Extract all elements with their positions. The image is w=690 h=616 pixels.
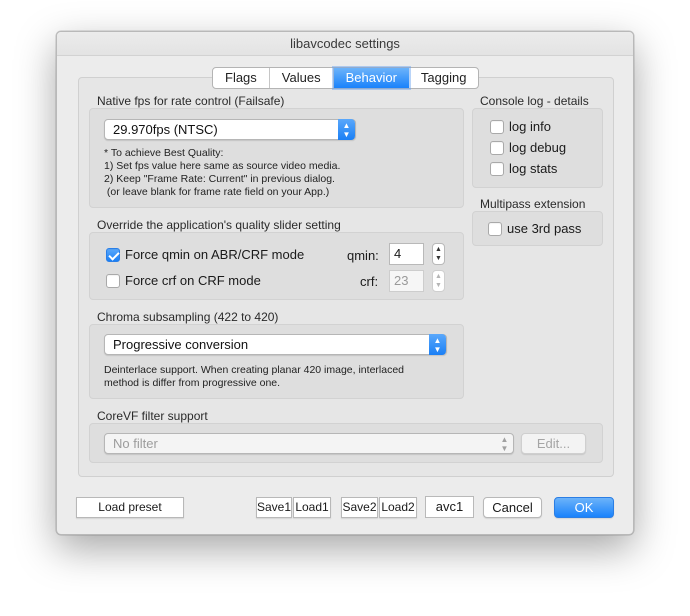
console-log-label: Console log - details: [480, 94, 589, 108]
corevf-value: No filter: [113, 436, 158, 451]
tab-behavior[interactable]: Behavior: [333, 68, 409, 88]
up-down-chevron-icon: ▲ ▼: [429, 334, 446, 355]
settings-window: libavcodec settings Flags Values Behavio…: [56, 31, 634, 535]
checkbox-icon: [490, 140, 504, 155]
chroma-label: Chroma subsampling (422 to 420): [97, 310, 279, 324]
save2-button[interactable]: Save2: [341, 497, 378, 518]
edit-filter-button[interactable]: Edit...: [521, 433, 586, 454]
log-info-checkbox[interactable]: log info: [490, 119, 551, 134]
force-crf-label: Force crf on CRF mode: [125, 273, 261, 288]
override-label: Override the application's quality slide…: [97, 218, 341, 232]
ok-button[interactable]: OK: [554, 497, 614, 518]
native-fps-value: 29.970fps (NTSC): [113, 122, 218, 137]
checkbox-icon: [488, 221, 502, 236]
multipass-label: Multipass extension: [480, 197, 586, 211]
cancel-button[interactable]: Cancel: [483, 497, 542, 518]
checkbox-icon: [490, 119, 504, 134]
use-3rd-pass-label: use 3rd pass: [507, 221, 582, 236]
save1-button[interactable]: Save1: [256, 497, 292, 518]
qmin-stepper[interactable]: ▲ ▼: [432, 243, 445, 265]
load1-button[interactable]: Load1: [293, 497, 331, 518]
checkmark-icon: [106, 247, 120, 262]
force-qmin-label: Force qmin on ABR/CRF mode: [125, 247, 305, 262]
chroma-popup[interactable]: Progressive conversion ▲ ▼: [104, 334, 447, 355]
crf-input[interactable]: 23: [389, 270, 424, 292]
log-info-label: log info: [509, 119, 551, 134]
force-qmin-checkbox[interactable]: Force qmin on ABR/CRF mode: [106, 247, 304, 262]
tab-flags[interactable]: Flags: [213, 68, 270, 88]
load-preset-button[interactable]: Load preset: [76, 497, 184, 518]
tab-tagging[interactable]: Tagging: [409, 68, 479, 88]
force-crf-checkbox[interactable]: Force crf on CRF mode: [106, 273, 261, 288]
native-fps-label: Native fps for rate control (Failsafe): [97, 94, 285, 108]
log-debug-checkbox[interactable]: log debug: [490, 140, 566, 155]
crf-stepper[interactable]: ▲ ▼: [432, 270, 445, 292]
native-fps-popup[interactable]: 29.970fps (NTSC) ▲ ▼: [104, 119, 356, 140]
up-down-chevron-icon: ▲ ▼: [338, 119, 355, 140]
checkbox-icon: [106, 273, 120, 288]
preset-name-input[interactable]: avc1: [425, 496, 474, 518]
log-stats-label: log stats: [509, 161, 558, 176]
log-debug-label: log debug: [509, 140, 567, 155]
chroma-value: Progressive conversion: [113, 337, 249, 352]
corevf-label: CoreVF filter support: [97, 409, 208, 423]
native-fps-note: * To achieve Best Quality: 1) Set fps va…: [104, 147, 341, 198]
tab-values[interactable]: Values: [270, 68, 334, 88]
crf-label: crf:: [360, 274, 379, 289]
load2-button[interactable]: Load2: [379, 497, 417, 518]
tab-bar: Flags Values Behavior Tagging: [212, 67, 480, 89]
chroma-note: Deinterlace support. When creating plana…: [104, 364, 405, 389]
corevf-popup[interactable]: No filter ▲ ▼: [104, 433, 514, 454]
qmin-label: qmin:: [347, 248, 379, 263]
up-down-chevron-icon: ▲ ▼: [500, 435, 509, 453]
qmin-input[interactable]: 4: [389, 243, 424, 265]
checkbox-icon: [490, 161, 504, 176]
use-3rd-pass-checkbox[interactable]: use 3rd pass: [488, 221, 581, 236]
log-stats-checkbox[interactable]: log stats: [490, 161, 557, 176]
window-title: libavcodec settings: [57, 32, 633, 56]
